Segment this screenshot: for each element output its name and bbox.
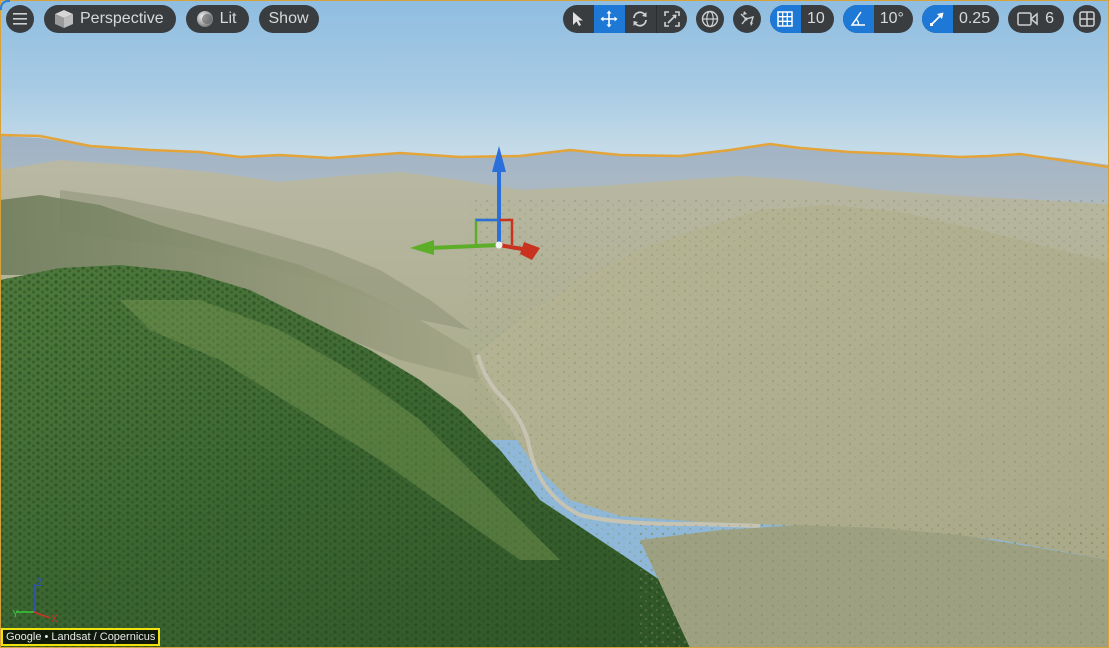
rotate-icon — [633, 11, 648, 27]
axis-x-line — [33, 611, 51, 619]
scale-icon — [664, 11, 680, 27]
scale-tool-button[interactable] — [655, 5, 687, 33]
terrain-scene[interactable] — [0, 0, 1109, 648]
gizmo-y-axis[interactable] — [429, 243, 500, 250]
hamburger-icon — [13, 13, 27, 25]
axis-x-label: X — [51, 614, 58, 622]
rotation-snap-group: 10° — [842, 5, 913, 33]
viewport-layout-button[interactable] — [1073, 5, 1101, 33]
view-mode-button[interactable]: Perspective — [44, 5, 176, 33]
gizmo-z-arrowhead[interactable] — [492, 146, 506, 172]
select-arrow-icon — [573, 12, 584, 26]
viewport-toolbar-left: Perspective Lit Show — [6, 5, 319, 33]
sphere-icon — [196, 11, 213, 27]
3d-viewport[interactable]: Z Y X Google • Landsat / Copernicus Pers… — [0, 0, 1109, 648]
grid-snap-value[interactable]: 10 — [801, 5, 834, 33]
cube-icon — [55, 10, 73, 28]
lighting-mode-label: Lit — [219, 10, 237, 27]
camera-icon — [1017, 12, 1038, 26]
rotation-snap-value[interactable]: 10° — [874, 5, 913, 33]
viewport-toolbar-right: 10 10° 0.25 6 — [562, 5, 1101, 33]
grid-snap-toggle[interactable] — [769, 5, 801, 33]
scale-arrow-icon — [930, 12, 944, 26]
globe-icon — [701, 10, 719, 28]
axis-z-label: Z — [36, 577, 43, 589]
scale-snap-toggle[interactable] — [921, 5, 953, 33]
surface-snap-button[interactable] — [732, 5, 761, 33]
gizmo-plane-yz[interactable] — [474, 218, 499, 244]
show-menu-button[interactable]: Show — [258, 5, 319, 33]
camera-speed-value: 6 — [1045, 10, 1054, 27]
view-mode-label: Perspective — [80, 10, 164, 27]
grid-snap-group: 10 — [769, 5, 834, 33]
lighting-mode-button[interactable]: Lit — [185, 5, 249, 33]
angle-icon — [850, 11, 866, 26]
scale-snap-value[interactable]: 0.25 — [953, 5, 999, 33]
move-icon — [600, 10, 618, 28]
viewport-layout-icon — [1079, 11, 1095, 27]
move-tool-button[interactable] — [593, 5, 625, 33]
viewport-menu-button[interactable] — [6, 5, 34, 33]
transform-tools-group — [562, 5, 687, 33]
select-tool-button[interactable] — [563, 5, 594, 33]
surface-snap-icon — [740, 11, 754, 26]
axis-orientation-widget: Z Y X — [12, 577, 58, 622]
rotate-tool-button[interactable] — [625, 5, 656, 33]
scale-snap-group: 0.25 — [921, 5, 1000, 33]
map-attribution: Google • Landsat / Copernicus — [1, 628, 161, 646]
grid-icon — [777, 11, 794, 27]
gizmo-center[interactable] — [495, 241, 503, 249]
rotation-snap-toggle[interactable] — [842, 5, 874, 33]
bottom-scrub-texture — [640, 525, 1109, 648]
camera-speed-button[interactable]: 6 — [1008, 5, 1064, 33]
axis-y-label: Y — [12, 609, 19, 620]
gizmo-y-arrowhead[interactable] — [410, 240, 434, 255]
coordinate-space-button[interactable] — [695, 5, 724, 33]
gizmo-x-arrowhead[interactable] — [520, 242, 540, 260]
show-menu-label: Show — [268, 10, 309, 27]
move-gizmo[interactable] — [406, 142, 546, 262]
